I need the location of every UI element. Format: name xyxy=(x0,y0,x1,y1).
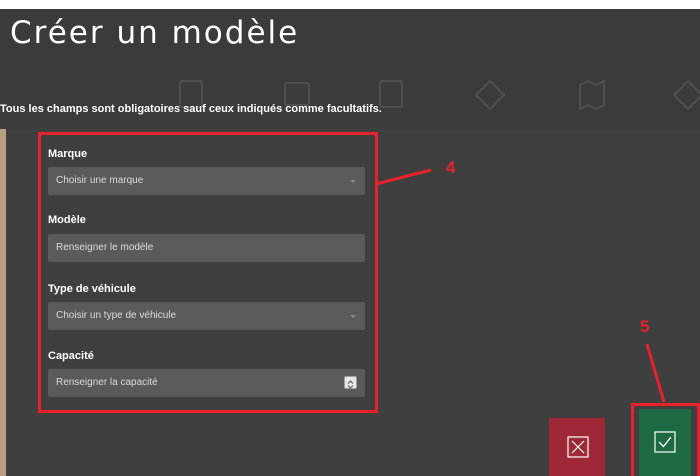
page-title: Créer un modèle xyxy=(10,15,300,51)
close-icon xyxy=(567,436,589,458)
left-accent-strip xyxy=(0,129,6,476)
callout-number-4: 4 xyxy=(446,158,456,177)
page-header: Créer un modèle Tous les champs sont obl… xyxy=(0,9,700,129)
annotation-arrow-5 xyxy=(645,343,666,403)
annotation-arrow-4 xyxy=(375,168,432,186)
confirm-annotation-box xyxy=(631,403,700,476)
form-annotation-box xyxy=(38,132,378,413)
callout-number-5: 5 xyxy=(640,317,650,336)
page-subtitle: Tous les champs sont obligatoires sauf c… xyxy=(0,103,382,115)
cancel-button[interactable] xyxy=(549,418,605,476)
top-edge xyxy=(0,0,700,9)
